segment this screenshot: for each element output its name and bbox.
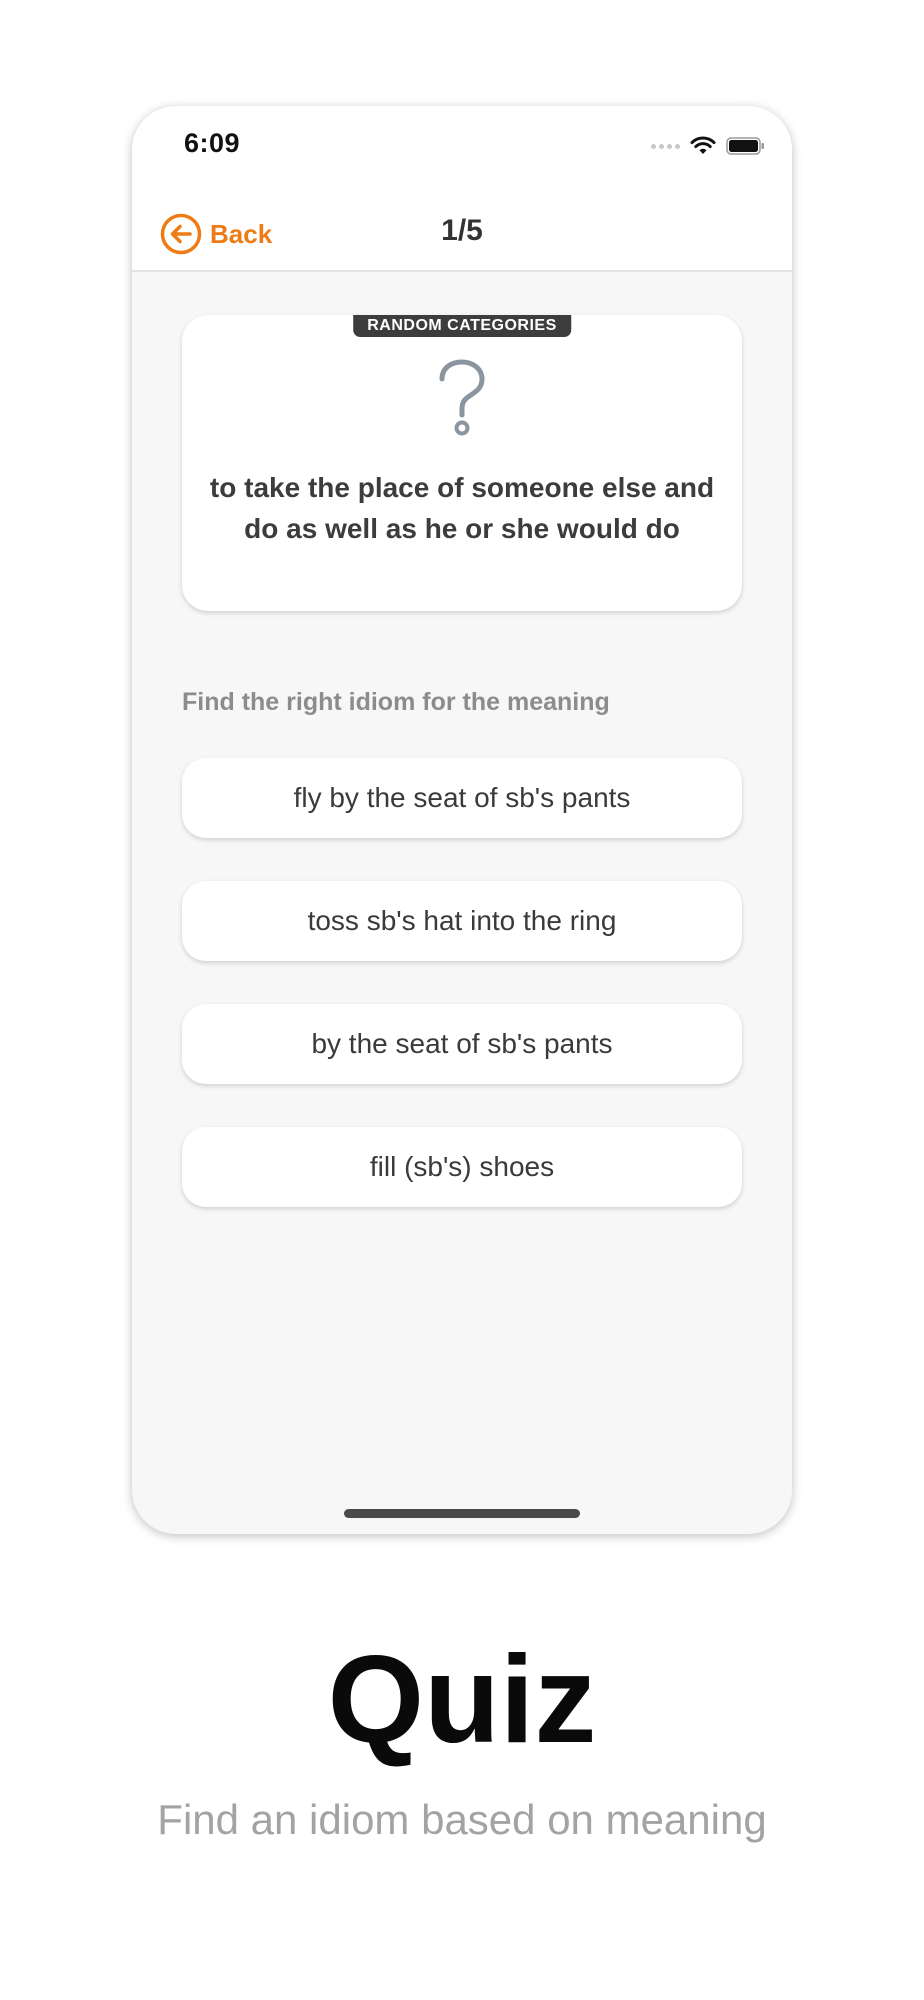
- question-mark-icon: [439, 359, 485, 436]
- answer-option[interactable]: toss sb's hat into the ring: [182, 881, 742, 961]
- quiz-prompt: Find the right idiom for the meaning: [182, 688, 610, 716]
- answer-option[interactable]: by the seat of sb's pants: [182, 1004, 742, 1084]
- wifi-icon: [690, 136, 716, 154]
- question-card: RANDOM CATEGORIES to take the place of s…: [182, 315, 742, 611]
- meaning-text: to take the place of someone else and do…: [209, 472, 715, 544]
- question-progress: 1/5: [441, 214, 483, 247]
- phone-frame: 6:09 Back 1/5 RANDOM CATEGORIES to take …: [132, 106, 792, 1534]
- status-icons: [651, 134, 766, 158]
- answer-option[interactable]: fill (sb's) shoes: [182, 1127, 742, 1207]
- top-bar: 6:09 Back 1/5: [132, 106, 792, 272]
- feature-title: Quiz: [327, 1631, 597, 1769]
- status-time: 6:09: [184, 128, 241, 158]
- category-badge: RANDOM CATEGORIES: [353, 315, 571, 337]
- home-indicator[interactable]: [344, 1509, 580, 1518]
- feature-subtitle: Find an idiom based on meaning: [157, 1796, 767, 1843]
- battery-icon: [726, 137, 764, 155]
- answer-option[interactable]: fly by the seat of sb's pants: [182, 758, 742, 838]
- cellular-signal-icon: [651, 143, 680, 149]
